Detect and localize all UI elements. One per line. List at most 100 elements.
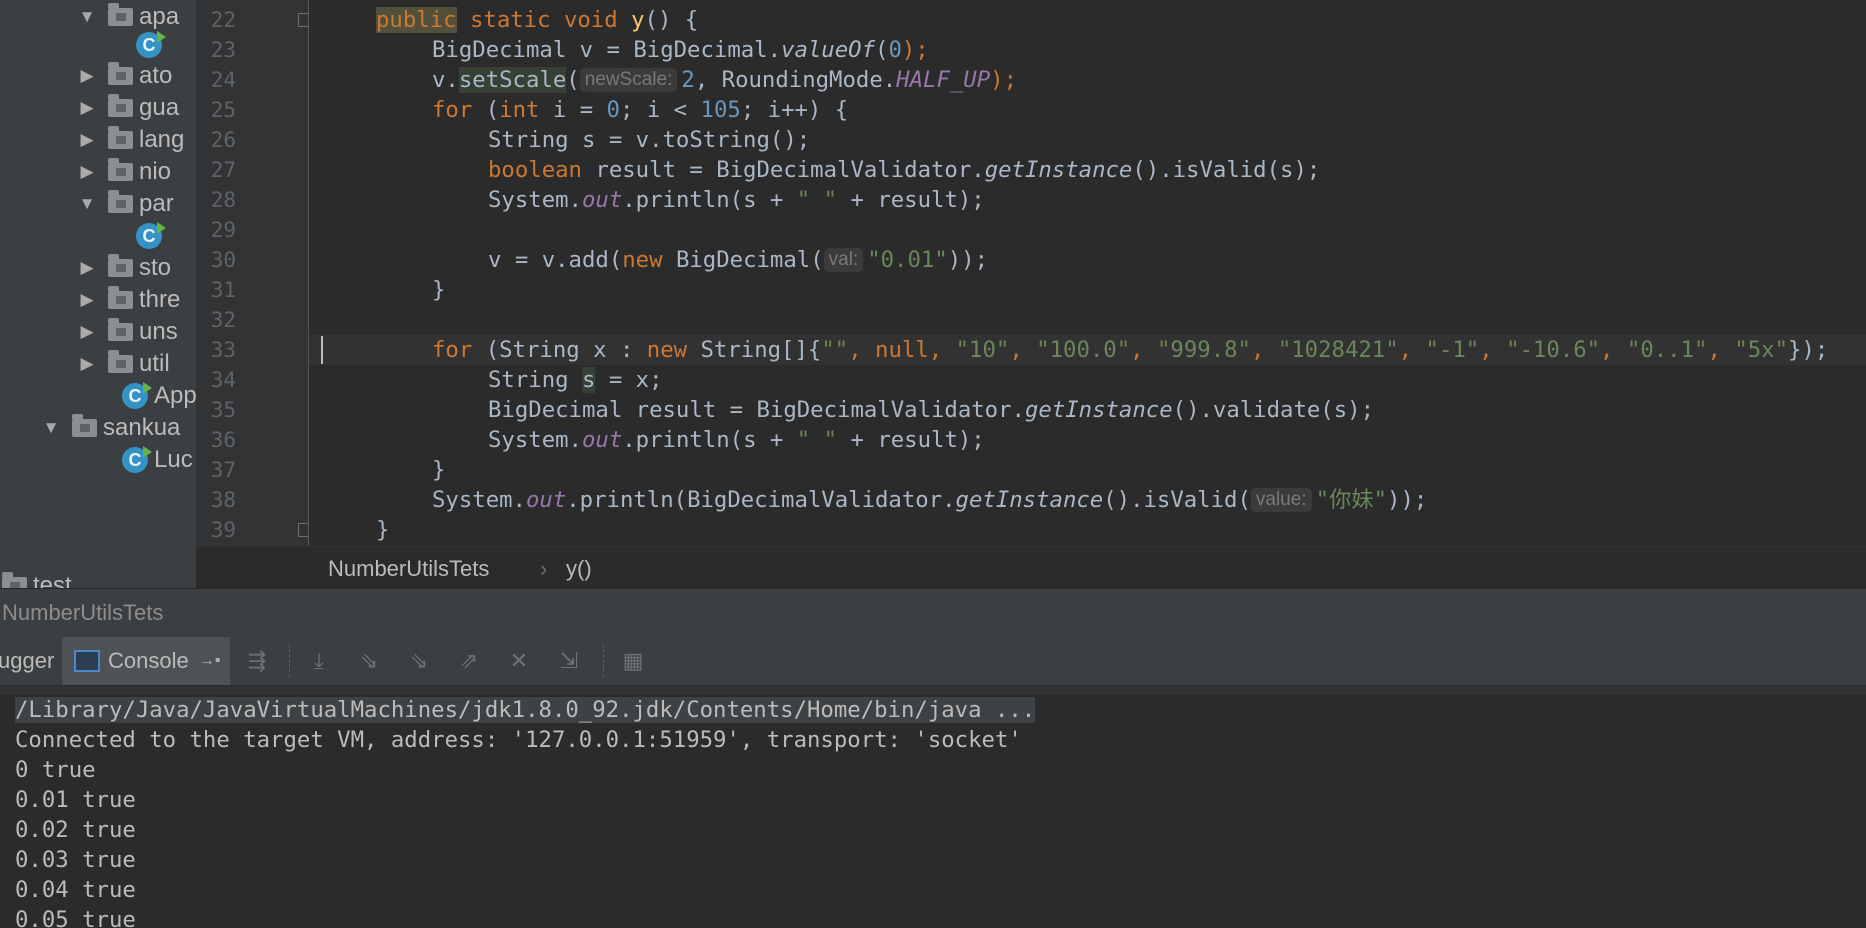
folder-icon: [108, 158, 133, 181]
tree-item-label: uns: [139, 318, 178, 345]
code-line-23: BigDecimal v = BigDecimal.valueOf(0);: [432, 37, 929, 63]
run-config-title: NumberUtilsTets: [2, 600, 164, 625]
code-line-36: System.out.println(s + " " + result);: [488, 427, 985, 453]
folder-icon: [108, 350, 133, 373]
breadcrumb-file[interactable]: NumberUtilsTets: [328, 556, 489, 582]
line-number: 31: [210, 278, 236, 302]
tree-item-label: sto: [139, 254, 172, 281]
breadcrumb-method[interactable]: y(): [566, 556, 592, 582]
step-out-icon[interactable]: ⇗: [455, 647, 483, 675]
toolbar-separator: [289, 645, 291, 677]
expanded-arrow-icon[interactable]: ▼: [76, 194, 98, 214]
folder-icon: [108, 3, 133, 26]
console-icon: [74, 650, 100, 672]
code-line-30: v = v.add(new BigDecimal(val: "0.01"));: [488, 247, 989, 273]
folder-icon: [108, 94, 133, 117]
tree-item-label: par: [139, 190, 174, 217]
folder-icon: [108, 126, 133, 149]
line-number: 26: [210, 128, 236, 152]
code-line-37: }: [432, 457, 446, 483]
line-number: 29: [210, 218, 236, 242]
code-line-38: System.out.println(BigDecimalValidator.g…: [432, 487, 1428, 513]
console-line: 0.02 true: [15, 817, 136, 843]
code-editor[interactable]: public static void y() { BigDecimal v = …: [309, 0, 1866, 546]
code-line-33: for (String x : new String[]{"", null, "…: [432, 337, 1829, 363]
run-panel-title-bar: NumberUtilsTets: [0, 588, 1866, 638]
line-number: 27: [210, 158, 236, 182]
folder-icon: [108, 286, 133, 309]
evaluate-expression-icon[interactable]: ▦: [619, 647, 647, 675]
toolbar-separator: [603, 645, 605, 677]
collapsed-arrow-icon[interactable]: ▶: [76, 290, 98, 310]
drop-frame-icon[interactable]: ✕: [505, 647, 533, 675]
code-line-31: }: [432, 277, 446, 303]
param-hint: newScale:: [579, 68, 678, 92]
line-number: 34: [210, 368, 236, 392]
code-line-26: String s = v.toString();: [488, 127, 811, 153]
code-line-39: }: [376, 517, 390, 543]
line-number: 36: [210, 428, 236, 452]
tree-item-label: util: [139, 350, 170, 377]
collapsed-arrow-icon[interactable]: ▶: [76, 354, 98, 374]
collapsed-arrow-icon[interactable]: ▶: [76, 258, 98, 278]
tree-item-luc[interactable]: C Luc: [122, 441, 193, 479]
debug-toolbar: ugger Console →▪ ⇶ ⤓ ⇘ ⇘ ⇗ ✕ ⇲ ▦: [0, 637, 1866, 685]
breadcrumb: NumberUtilsTets › y(): [196, 546, 1866, 589]
folder-icon: [108, 62, 133, 85]
force-step-into-icon[interactable]: ⇘: [405, 647, 433, 675]
run-to-cursor-icon[interactable]: ⇲: [555, 647, 583, 675]
console-line: 0.03 true: [15, 847, 136, 873]
tree-item-test[interactable]: test: [0, 567, 72, 588]
tree-item-label: gua: [139, 94, 180, 121]
expanded-arrow-icon[interactable]: ▼: [76, 7, 98, 27]
line-number: 35: [210, 398, 236, 422]
line-number: 32: [210, 308, 236, 332]
line-number: 39: [210, 518, 236, 542]
tab-debugger[interactable]: ugger: [0, 637, 54, 685]
console-line: 0.04 true: [15, 877, 136, 903]
tree-item-label: ato: [139, 62, 173, 89]
class-icon: C: [122, 382, 152, 409]
expanded-arrow-icon[interactable]: ▼: [40, 418, 62, 438]
tree-item-label: nio: [139, 158, 172, 185]
line-number: 22: [210, 8, 236, 32]
line-number: 37: [210, 458, 236, 482]
collapsed-arrow-icon[interactable]: ▶: [76, 66, 98, 86]
code-line-25: for (int i = 0; i < 105; i++) {: [432, 97, 849, 123]
collapsed-arrow-icon[interactable]: ▶: [76, 162, 98, 182]
code-line-34: String s = x;: [488, 367, 663, 393]
line-number: 25: [210, 98, 236, 122]
show-execution-point-icon[interactable]: ⇶: [243, 647, 271, 675]
collapsed-arrow-icon[interactable]: ▶: [76, 322, 98, 342]
collapsed-arrow-icon[interactable]: ▶: [76, 98, 98, 118]
step-into-icon[interactable]: ⇘: [355, 647, 383, 675]
folder-icon: [72, 414, 97, 437]
console-line: Connected to the target VM, address: '12…: [15, 727, 1022, 753]
folder-icon: [108, 190, 133, 213]
code-line-28: System.out.println(s + " " + result);: [488, 187, 985, 213]
breadcrumb-separator: ›: [540, 556, 548, 581]
tab-console[interactable]: Console →▪: [62, 637, 230, 685]
line-number: 30: [210, 248, 236, 272]
editor-gutter: 22 23 24 25 26 27 28 29 30 31 32 33 34 3…: [196, 0, 312, 546]
folder-icon: [2, 572, 27, 588]
code-line-35: BigDecimal result = BigDecimalValidator.…: [488, 397, 1374, 423]
class-icon: C: [136, 222, 166, 249]
line-number: 38: [210, 488, 236, 512]
tree-item-label: Luc: [154, 446, 193, 473]
collapsed-arrow-icon[interactable]: ▶: [76, 130, 98, 150]
code-line-24: v.setScale(newScale: 2, RoundingMode.HALF…: [432, 67, 1017, 93]
console-output[interactable]: /Library/Java/JavaVirtualMachines/jdk1.8…: [0, 695, 1866, 928]
folder-icon: [108, 254, 133, 277]
param-hint: value:: [1250, 488, 1312, 512]
line-number: 33: [210, 338, 236, 362]
step-over-icon[interactable]: ⤓: [305, 647, 333, 675]
folder-icon: [108, 318, 133, 341]
tree-item-label: lang: [139, 126, 185, 153]
class-icon: C: [122, 446, 152, 473]
line-number: 24: [210, 68, 236, 92]
console-line: 0.01 true: [15, 787, 136, 813]
line-number: 28: [210, 188, 236, 212]
restore-layout-icon[interactable]: →▪: [199, 652, 221, 670]
project-tree: ▼ apa C ▶ ato ▶ gua ▶ lang ▶ nio ▼ par C ▶ sto …: [0, 0, 196, 588]
